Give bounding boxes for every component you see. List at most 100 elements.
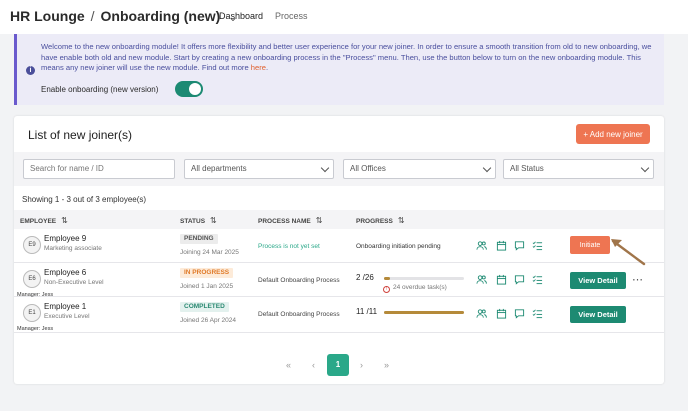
sort-icon[interactable]: ⇅ bbox=[398, 216, 405, 225]
pagination: « ‹ 1 › » bbox=[14, 354, 664, 378]
status-select-value: All Status bbox=[510, 164, 544, 173]
process-name: Process is not yet set bbox=[258, 243, 320, 250]
employee-name[interactable]: Employee 9 bbox=[44, 234, 86, 243]
progress-bar bbox=[384, 311, 464, 314]
prev-page-button[interactable]: ‹ bbox=[312, 360, 315, 370]
view-detail-button[interactable]: View Detail bbox=[570, 306, 626, 323]
calendar-icon[interactable] bbox=[496, 240, 507, 251]
status-badge: COMPLETED bbox=[180, 302, 229, 312]
checklist-icon[interactable] bbox=[532, 240, 543, 251]
breadcrumb: HR Lounge / Onboarding (new) ⌄ bbox=[10, 8, 238, 24]
banner-text: Welcome to the new onboarding module! It… bbox=[41, 42, 652, 73]
row-action-icons bbox=[476, 308, 556, 320]
checklist-icon[interactable] bbox=[532, 308, 543, 319]
employee-name[interactable]: Employee 1 bbox=[44, 302, 86, 311]
calendar-icon[interactable] bbox=[496, 274, 507, 285]
progress-bar-fill bbox=[384, 311, 464, 314]
more-options-icon[interactable]: ⋯ bbox=[632, 273, 643, 286]
employee-role: Non-Executive Level bbox=[44, 279, 104, 286]
last-page-button[interactable]: » bbox=[384, 360, 389, 370]
table-row: E9 Employee 9 Marketing associate PENDIN… bbox=[14, 229, 664, 263]
chevron-down-icon bbox=[482, 163, 492, 173]
avatar: E9 bbox=[23, 236, 41, 254]
progress-text: Onboarding initiation pending bbox=[356, 243, 441, 250]
search-field bbox=[23, 159, 175, 179]
chat-icon[interactable] bbox=[514, 308, 525, 319]
row-action-icons bbox=[476, 240, 556, 252]
table-row: E1 Employee 1 Executive Level Manager: J… bbox=[14, 297, 664, 333]
join-date: Joining 24 Mar 2025 bbox=[180, 249, 239, 256]
chevron-down-icon bbox=[320, 163, 330, 173]
table-row: E6 Employee 6 Non-Executive Level Manage… bbox=[14, 263, 664, 298]
column-process[interactable]: PROCESS NAME ⇅ bbox=[258, 216, 322, 225]
info-icon: i bbox=[26, 66, 35, 75]
page-button-current[interactable]: 1 bbox=[327, 354, 349, 376]
results-count: Showing 1 - 3 out of 3 employee(s) bbox=[22, 195, 147, 204]
column-progress[interactable]: PROGRESS ⇅ bbox=[356, 216, 405, 225]
first-page-button[interactable]: « bbox=[286, 360, 291, 370]
checklist-icon[interactable] bbox=[532, 274, 543, 285]
tab-process[interactable]: Process bbox=[275, 11, 308, 21]
process-name: Default Onboarding Process bbox=[258, 311, 340, 318]
list-title: List of new joiner(s) bbox=[28, 128, 133, 142]
column-employee[interactable]: EMPLOYEE ⇅ bbox=[20, 216, 68, 225]
banner-message: Welcome to the new onboarding module! It… bbox=[41, 42, 656, 74]
add-new-joiner-button[interactable]: + Add new joiner bbox=[576, 124, 650, 144]
calendar-icon[interactable] bbox=[496, 308, 507, 319]
people-icon[interactable] bbox=[476, 274, 487, 285]
people-icon[interactable] bbox=[476, 308, 487, 319]
employee-name[interactable]: Employee 6 bbox=[44, 268, 86, 277]
info-banner: i Welcome to the new onboarding module! … bbox=[14, 34, 664, 105]
sort-icon[interactable]: ⇅ bbox=[316, 216, 323, 225]
breadcrumb-root[interactable]: HR Lounge bbox=[10, 8, 85, 24]
enable-onboarding-label: Enable onboarding (new version) bbox=[41, 85, 159, 94]
breadcrumb-current: Onboarding (new) bbox=[100, 8, 221, 24]
toggle-knob bbox=[189, 83, 201, 95]
filter-bar: All departments All Offices All Status bbox=[14, 152, 664, 186]
chat-icon[interactable] bbox=[514, 240, 525, 251]
overdue-text: 24 overdue task(s) bbox=[393, 284, 447, 291]
avatar: E6 bbox=[23, 270, 41, 288]
sort-icon[interactable]: ⇅ bbox=[61, 216, 68, 225]
tab-dashboard[interactable]: Dashboard bbox=[219, 11, 263, 21]
employee-role: Executive Level bbox=[44, 313, 90, 320]
overdue-tasks: ! 24 overdue task(s) bbox=[383, 284, 447, 293]
column-status[interactable]: STATUS ⇅ bbox=[180, 216, 217, 225]
find-out-more-link[interactable]: here bbox=[251, 63, 266, 72]
people-icon[interactable] bbox=[476, 240, 487, 251]
department-select-value: All departments bbox=[191, 164, 247, 173]
next-page-button[interactable]: › bbox=[360, 360, 363, 370]
column-employee-label: EMPLOYEE bbox=[20, 218, 57, 225]
search-input[interactable] bbox=[30, 164, 170, 173]
row-action-icons bbox=[476, 274, 556, 286]
banner-link-suffix: . bbox=[266, 63, 269, 73]
annotation-arrow-icon bbox=[611, 239, 646, 266]
join-date: Joined 1 Jan 2025 bbox=[180, 283, 234, 290]
status-badge: IN PROGRESS bbox=[180, 268, 234, 278]
column-process-label: PROCESS NAME bbox=[258, 218, 311, 225]
office-select-value: All Offices bbox=[350, 164, 386, 173]
status-badge: PENDING bbox=[180, 234, 218, 244]
employee-role: Marketing associate bbox=[44, 245, 102, 252]
table-header: EMPLOYEE ⇅ STATUS ⇅ PROCESS NAME ⇅ PROGRESS… bbox=[14, 210, 664, 229]
column-progress-label: PROGRESS bbox=[356, 218, 393, 225]
joiner-list-card: List of new joiner(s) + Add new joiner A… bbox=[14, 116, 664, 384]
view-detail-button[interactable]: View Detail bbox=[570, 272, 626, 289]
progress-count: 11 /11 bbox=[356, 307, 378, 316]
office-select[interactable]: All Offices bbox=[343, 159, 496, 179]
progress-bar-fill bbox=[384, 277, 391, 280]
top-bar: HR Lounge / Onboarding (new) ⌄ Dashboard Pr… bbox=[0, 0, 688, 34]
progress-bar bbox=[384, 277, 464, 280]
chevron-down-icon bbox=[640, 163, 650, 173]
process-name: Default Onboarding Process bbox=[258, 277, 340, 284]
status-select[interactable]: All Status bbox=[503, 159, 654, 179]
chat-icon[interactable] bbox=[514, 274, 525, 285]
column-status-label: STATUS bbox=[180, 218, 206, 225]
enable-onboarding-toggle[interactable] bbox=[175, 81, 203, 97]
employee-manager: Manager: Jess bbox=[17, 326, 54, 332]
avatar: E1 bbox=[23, 304, 41, 322]
sort-icon[interactable]: ⇅ bbox=[210, 216, 217, 225]
progress-count: 2 /26 bbox=[356, 273, 374, 282]
department-select[interactable]: All departments bbox=[184, 159, 334, 179]
join-date: Joined 26 Apr 2024 bbox=[180, 317, 237, 324]
